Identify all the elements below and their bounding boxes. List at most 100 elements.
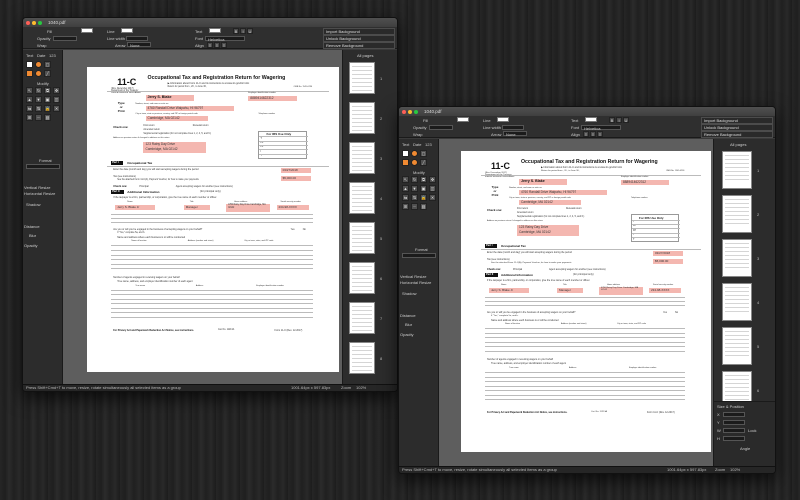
image-icon[interactable]: ▨: [44, 114, 51, 121]
rotate-tool-icon[interactable]: ↻: [411, 176, 418, 183]
zoom-icon[interactable]: [38, 20, 42, 25]
form-page[interactable]: 11-C (Rev. December 2017) Department of t…: [461, 151, 711, 452]
renewal-return-option[interactable]: Renewal return: [193, 125, 209, 127]
page-thumbnail[interactable]: [722, 195, 752, 233]
title-bar[interactable]: 1040.pdf: [399, 107, 775, 116]
address-value[interactable]: 4760 Randall Drive Waipahu, HI 96797: [521, 190, 576, 194]
agent-option[interactable]: Agent accepting wagers for another (see …: [549, 268, 606, 271]
send-back-icon[interactable]: ▼: [35, 96, 42, 103]
underline-icon[interactable]: U: [247, 28, 253, 34]
principal-option[interactable]: Principal: [139, 185, 148, 188]
italic-icon[interactable]: I: [240, 28, 246, 34]
close-icon[interactable]: [402, 109, 406, 114]
page-thumbnail[interactable]: [722, 239, 752, 277]
send-back-icon[interactable]: ▼: [411, 185, 418, 192]
group-icon[interactable]: ▣: [420, 185, 427, 192]
unlock-background-button[interactable]: Unlock Background: [323, 35, 395, 42]
duplicate-icon[interactable]: ⧉: [44, 87, 51, 94]
page-thumbnail[interactable]: [722, 327, 752, 365]
zoom-icon[interactable]: [414, 109, 418, 114]
supplemental-option[interactable]: Supplemental registration (for not compl…: [517, 216, 584, 218]
lock-icon[interactable]: 🔒: [44, 105, 51, 112]
prev-address-line1[interactable]: 123 Rainy Day Drive: [146, 142, 176, 146]
bring-front-icon[interactable]: ▲: [402, 185, 409, 192]
line2-value[interactable]: $5,000.00: [655, 259, 668, 263]
import-background-button[interactable]: Import Background: [701, 117, 773, 124]
prev-address-line2[interactable]: Cambridge, MA 02142: [519, 230, 551, 234]
distribute-icon[interactable]: ⋯: [411, 203, 418, 210]
line-width-field[interactable]: [502, 125, 524, 130]
zoom-value[interactable]: 102%: [356, 385, 366, 391]
amended-return-option[interactable]: Amended return: [517, 212, 533, 214]
align-center-icon[interactable]: ≡: [590, 131, 596, 137]
text-color-swatch[interactable]: [209, 28, 221, 33]
remove-background-button[interactable]: Remove Background: [323, 42, 395, 49]
ellipse-shape-icon[interactable]: [35, 61, 42, 68]
duplicate-icon[interactable]: ⧉: [420, 176, 427, 183]
lock-icon[interactable]: 🔒: [420, 194, 427, 201]
document-window-front[interactable]: 1040.pdf Fill Opacity Wrap Line Line wid…: [398, 106, 776, 474]
select-tool-icon[interactable]: ↖: [402, 176, 409, 183]
bring-front-icon[interactable]: ▲: [26, 96, 33, 103]
font-select[interactable]: Helvetica: [581, 125, 621, 131]
ungroup-icon[interactable]: ◫: [53, 96, 60, 103]
document-canvas[interactable]: 11-C (Rev. December 2017) Department of t…: [63, 50, 342, 384]
align-objects-icon[interactable]: ⊞: [402, 203, 409, 210]
delete-icon[interactable]: ✕: [53, 105, 60, 112]
document-canvas[interactable]: 11-C (Rev. December 2017) Department of t…: [439, 139, 713, 466]
rounded-rect-icon[interactable]: ▢: [420, 150, 427, 157]
page-thumbnail[interactable]: [349, 182, 375, 214]
row-home[interactable]: 4760 Rainy Day Drive Cambridge, MA 02142: [601, 287, 643, 292]
first-return-option[interactable]: First return: [143, 125, 154, 127]
line1-value[interactable]: 03/27/2018: [655, 251, 670, 255]
form-page[interactable]: 11-C (Rev. December 2017) Department of t…: [87, 67, 339, 372]
x-field[interactable]: [723, 412, 745, 417]
line-color-swatch[interactable]: [121, 28, 133, 33]
page-thumbnail[interactable]: [349, 62, 375, 94]
ellipse-shape-icon[interactable]: [411, 150, 418, 157]
flip-v-icon[interactable]: ⇅: [35, 105, 42, 112]
title-bar[interactable]: 1040.pdf: [23, 18, 397, 27]
opacity-slider[interactable]: [429, 125, 453, 130]
delete-icon[interactable]: ✕: [429, 194, 436, 201]
line-width-field[interactable]: [126, 36, 148, 41]
bold-icon[interactable]: B: [609, 117, 615, 123]
align-center-icon[interactable]: ≡: [214, 42, 220, 48]
import-background-button[interactable]: Import Background: [323, 28, 395, 35]
w-field[interactable]: [723, 428, 745, 433]
rounded-rect-icon[interactable]: ▢: [44, 61, 51, 68]
filled-ellipse-icon[interactable]: [411, 159, 418, 166]
city-value[interactable]: Cambridge, MA 02142: [521, 200, 553, 204]
align-right-icon[interactable]: ≡: [597, 131, 603, 137]
row-ssn[interactable]: 234-98-XXXX: [279, 205, 297, 209]
flip-h-icon[interactable]: ⇆: [402, 194, 409, 201]
tab-number[interactable]: 123: [49, 53, 56, 58]
ungroup-icon[interactable]: ◫: [429, 185, 436, 192]
align-right-icon[interactable]: ≡: [221, 42, 227, 48]
document-window-back[interactable]: 1040.pdf Fill Opacity Wrap Line Line wid…: [22, 17, 398, 392]
image-icon[interactable]: ▨: [420, 203, 427, 210]
h-field[interactable]: [723, 436, 745, 441]
page-thumbnail[interactable]: [722, 283, 752, 321]
name-value[interactable]: Jerry S. Blake: [521, 179, 545, 183]
group-icon[interactable]: ▣: [44, 96, 51, 103]
arrow-select[interactable]: None: [503, 131, 527, 137]
format-select[interactable]: [402, 253, 436, 258]
row-name[interactable]: Jerry S. Blake Jr: [117, 205, 139, 209]
page-thumbnail[interactable]: [349, 262, 375, 294]
renewal-return-option[interactable]: Renewal return: [566, 208, 582, 210]
page-thumbnail[interactable]: [349, 342, 375, 374]
filled-rect-icon[interactable]: [26, 70, 33, 77]
row-ssn[interactable]: 234-98-XXXX: [651, 288, 669, 292]
rectangle-shape-icon[interactable]: [26, 61, 33, 68]
minimize-icon[interactable]: [32, 20, 36, 25]
remove-background-button[interactable]: Remove Background: [701, 131, 773, 138]
align-objects-icon[interactable]: ⊞: [26, 114, 33, 121]
minimize-icon[interactable]: [408, 109, 412, 114]
arrow-select[interactable]: None: [127, 42, 151, 48]
distribute-icon[interactable]: ⋯: [35, 114, 42, 121]
address-value[interactable]: 4760 Randall Drive Waipahu, HI 96797: [148, 106, 204, 110]
tab-date[interactable]: Date: [413, 142, 421, 147]
page-thumbnail[interactable]: [722, 151, 752, 189]
filled-ellipse-icon[interactable]: [35, 70, 42, 77]
